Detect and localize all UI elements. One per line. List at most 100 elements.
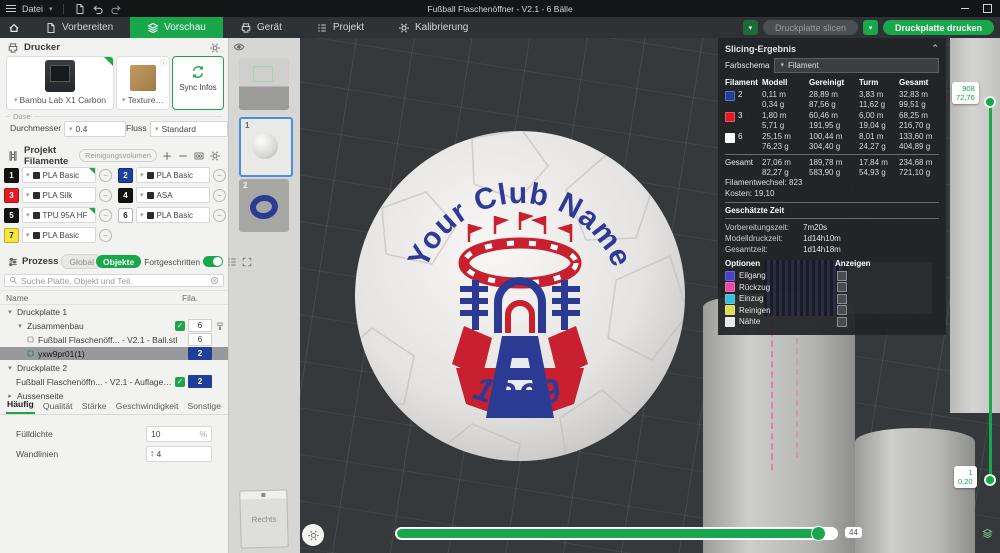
tab-geraet[interactable]: Gerät (223, 17, 299, 38)
filament-edit-icon[interactable]: − (99, 168, 112, 182)
option-eilgang[interactable]: Eilgang (725, 270, 939, 282)
stepper-arrows-icon[interactable]: ▴ ▾ (151, 450, 154, 459)
param-list-icon[interactable] (226, 256, 238, 268)
home-icon[interactable] (0, 22, 28, 34)
printer-settings-gear-icon[interactable] (209, 42, 221, 54)
color-scheme-select[interactable]: ▾ Filament (774, 58, 939, 73)
object-search-input[interactable]: Suche Platte, Objekt und Teil. (4, 274, 224, 287)
layer-slider-top-handle[interactable] (984, 96, 996, 108)
remove-filament-icon[interactable] (177, 150, 189, 162)
eye-icon[interactable] (233, 41, 245, 53)
option-checkbox[interactable] (837, 293, 847, 304)
file-menu[interactable]: Datei (22, 4, 43, 14)
redo-icon[interactable] (110, 3, 122, 15)
tab-vorschau[interactable]: Vorschau (130, 17, 223, 38)
tab-staerke[interactable]: Stärke (81, 401, 108, 414)
tab-geschwindigkeit[interactable]: Geschwindigkeit (115, 401, 180, 414)
filament-edit-icon[interactable]: − (213, 208, 226, 222)
layer-slider-settings-icon[interactable] (982, 528, 993, 539)
fila-count-badge[interactable]: 6 (188, 333, 212, 346)
slice-plate-button[interactable]: Druckplatte slicen (762, 20, 858, 35)
filament-edit-icon[interactable]: − (213, 188, 226, 202)
collapse-icon[interactable]: ▾ (16, 322, 24, 330)
option-einzug[interactable]: Einzug (725, 293, 939, 305)
layer-slider-track[interactable] (989, 107, 992, 480)
flow-select[interactable]: ▾ Standard (150, 121, 228, 137)
tree-row-ball-stl[interactable]: Fußball Flaschenöff... - V2.1 - Ball.stl… (0, 333, 228, 346)
corner-cylinder-object[interactable] (855, 428, 975, 553)
filament-edit-icon[interactable]: − (99, 228, 112, 242)
tab-qualitaet[interactable]: Qualität (42, 401, 74, 414)
paint-icon[interactable] (215, 321, 225, 331)
tree-row-selected-part[interactable]: yxw9pr01(1) 2 (0, 347, 228, 360)
walls-stepper[interactable]: ▴ ▾ 4 (146, 446, 212, 462)
process-scope-toggle[interactable]: Global Objekte (61, 254, 142, 269)
visibility-check-icon[interactable]: ✓ (175, 376, 185, 387)
option-checkbox[interactable] (837, 316, 847, 327)
option-rueckzug[interactable]: Rückzug (725, 282, 939, 294)
new-file-icon[interactable] (74, 3, 86, 15)
collapse-panel-icon[interactable]: ⌃ (931, 43, 939, 54)
print-plate-button[interactable]: Druckplatte drucken (882, 20, 994, 35)
option-reinigen[interactable]: Reinigen (725, 305, 939, 317)
chevron-down-icon[interactable]: ▾ (49, 5, 53, 13)
tree-row-plate1[interactable]: ▾ Druckplatte 1 (0, 305, 228, 318)
filament-edit-icon[interactable]: − (99, 188, 112, 202)
maximize-button[interactable] (983, 4, 992, 13)
layer-slider-bottom-handle[interactable] (984, 474, 996, 486)
move-slider-handle[interactable] (811, 526, 826, 541)
advanced-toggle[interactable] (203, 256, 224, 267)
filament-slot-4[interactable]: 4 ▾ ASA − (118, 187, 226, 203)
move-slider-track[interactable]: 44 (395, 526, 862, 541)
fila-count-badge[interactable]: 6 (188, 319, 212, 332)
tree-row-assembly[interactable]: ▾ Zusammenbau ✓ 6 (0, 319, 228, 332)
visibility-check-icon[interactable]: ✓ (175, 320, 185, 331)
option-checkbox[interactable] (837, 282, 847, 293)
filament-edit-icon[interactable]: − (99, 208, 112, 222)
option-naehte[interactable]: Nähte (725, 316, 939, 328)
filament-slot-7[interactable]: 7 ▾ PLA Basic − (4, 227, 112, 243)
infill-input[interactable]: 10 % (146, 426, 212, 442)
option-checkbox[interactable] (837, 305, 847, 316)
soccer-ball-model[interactable]: Your Club Name 1999 (352, 128, 688, 464)
tab-projekt[interactable]: Projekt (299, 17, 381, 38)
filament-slot-3[interactable]: 3 ▾ PLA Silk − (4, 187, 112, 203)
undo-icon[interactable] (92, 3, 104, 15)
tree-row-plate2[interactable]: ▾ Druckplatte 2 (0, 361, 228, 374)
collapse-icon[interactable]: ▾ (6, 308, 14, 316)
view-gizmo-button[interactable] (302, 524, 324, 546)
clear-search-icon[interactable] (210, 276, 219, 285)
tab-sonstige[interactable]: Sonstige (187, 401, 222, 414)
tree-row-auflage-stl[interactable]: Fußball Flaschenöffn... - V2.1 - Auflage… (0, 375, 228, 388)
option-checkbox[interactable] (837, 270, 847, 281)
thumbnail-plate-1[interactable]: 1 (239, 117, 293, 177)
tab-vorbereiten[interactable]: Vorbereiten (28, 17, 130, 38)
expand-panel-icon[interactable] (241, 256, 253, 268)
sync-infos-button[interactable]: Sync Infos (172, 56, 224, 110)
filament-slot-2[interactable]: 2 ▾ PLA Basic − (118, 167, 226, 183)
orientation-cube[interactable]: Rechts (239, 489, 289, 549)
collapse-icon[interactable]: ▾ (6, 364, 14, 372)
plate-card[interactable]: ⓘ ▾ Texture… (116, 56, 170, 110)
printer-card[interactable]: ▾ Bambu Lab X1 Carbon (6, 56, 114, 110)
filament-slot-6[interactable]: 6 ▾ PLA Basic − (118, 207, 226, 223)
diameter-select[interactable]: ▾ 0.4 (64, 121, 126, 137)
slice-dropdown-button[interactable]: ▾ (742, 20, 758, 35)
tab-haeufig[interactable]: Häufig (6, 399, 35, 414)
viewport-3d[interactable]: 1 2 Your Club Name 1999 Slicing-Ergebnis… (228, 38, 1000, 553)
thumbnail-all-plates[interactable] (239, 58, 289, 110)
filament-slot-5[interactable]: 5 ▾ TPU 95A HF − (4, 207, 112, 223)
fila-count-badge[interactable]: 2 (188, 375, 212, 388)
cleaning-volume-button[interactable]: Reinigungsvolumen (79, 149, 157, 162)
add-filament-icon[interactable] (161, 150, 173, 162)
minimize-button[interactable] (961, 8, 969, 9)
tab-kalibrierung[interactable]: Kalibrierung (381, 17, 485, 38)
fila-count-badge[interactable]: 2 (188, 347, 212, 360)
filament-settings-gear-icon[interactable] (209, 150, 221, 162)
filament-edit-icon[interactable]: − (213, 168, 226, 182)
print-dropdown-button[interactable]: ▾ (862, 20, 878, 35)
scope-objects[interactable]: Objekte (96, 255, 142, 268)
filament-slot-1[interactable]: 1 ▾ PLA Basic − (4, 167, 112, 183)
ams-icon[interactable] (193, 150, 205, 162)
thumbnail-plate-2[interactable]: 2 (239, 179, 289, 232)
